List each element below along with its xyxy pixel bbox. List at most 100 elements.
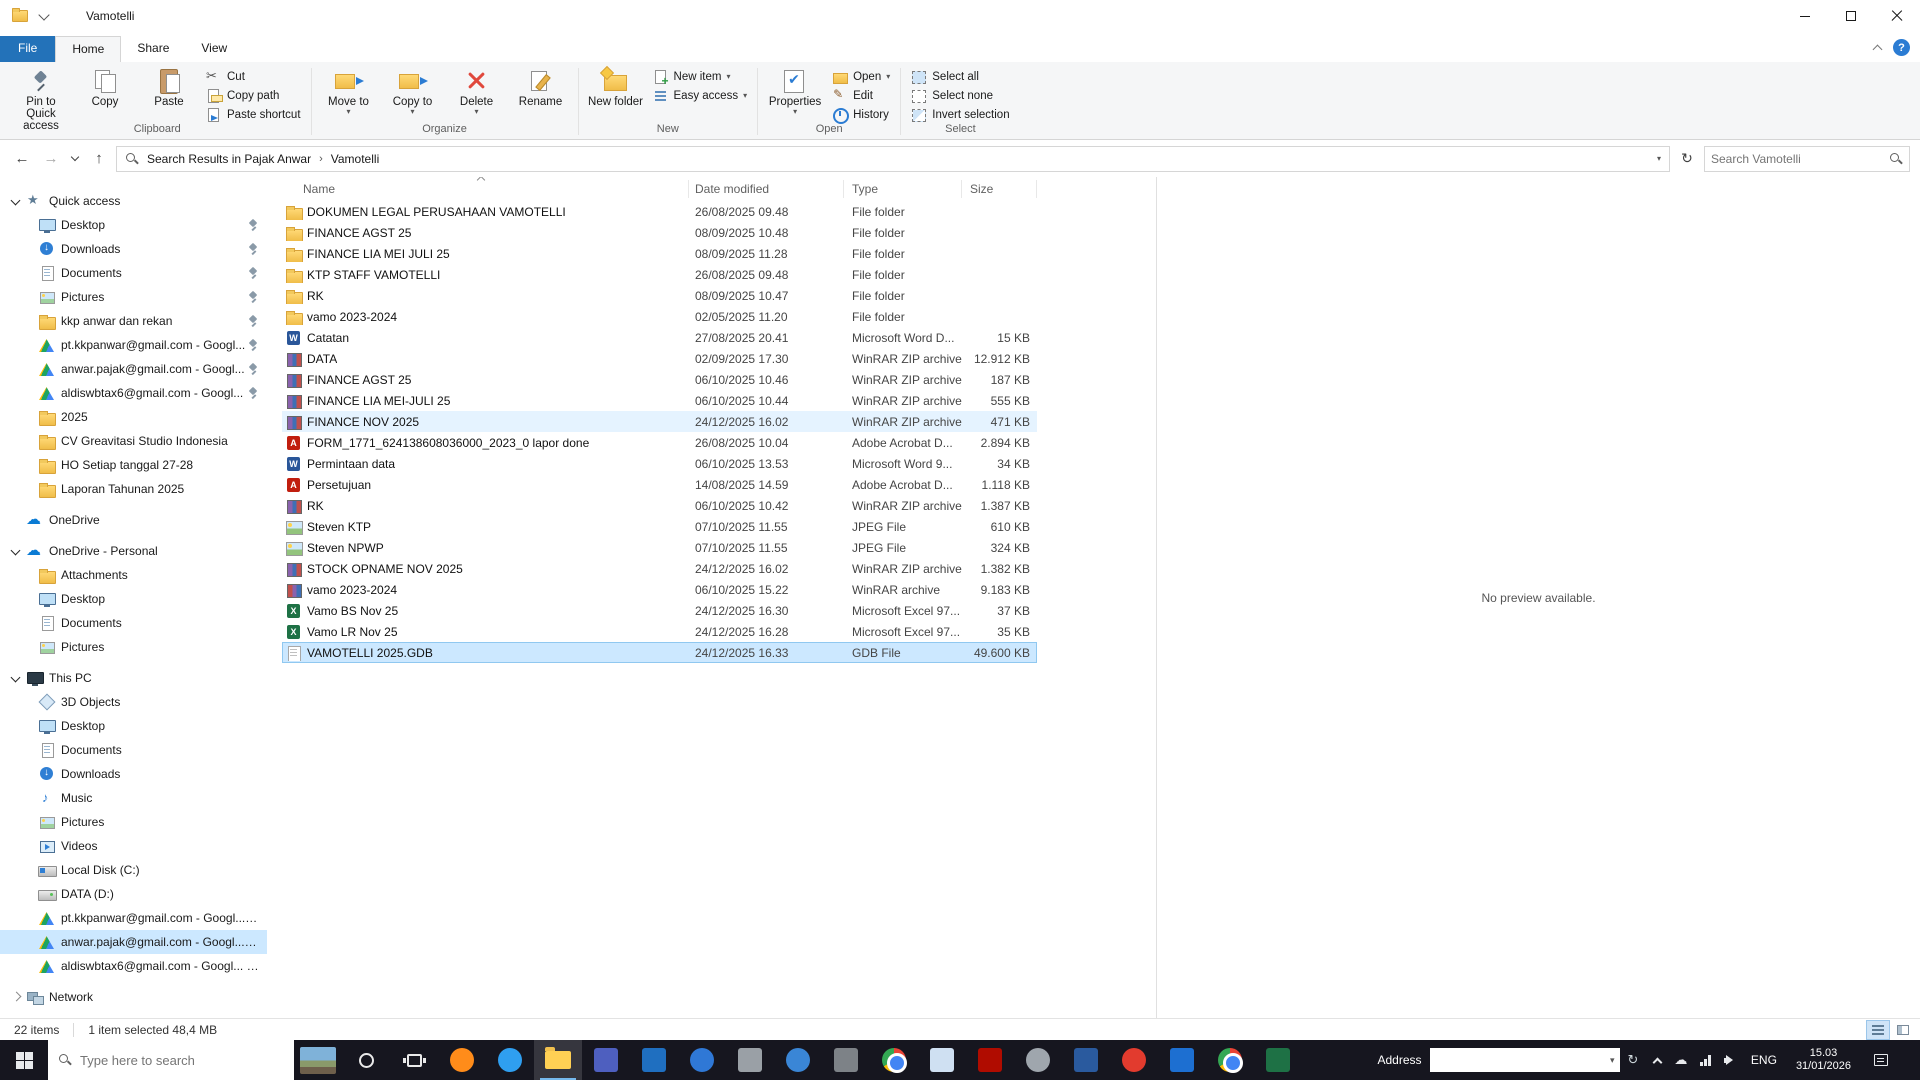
column-header-size[interactable]: Size <box>962 180 1037 198</box>
sidebar-item[interactable]: Attachments <box>0 563 267 587</box>
taskbar-app-settings[interactable] <box>1014 1040 1062 1080</box>
sidebar-item[interactable]: Pictures <box>0 285 267 309</box>
search-box[interactable] <box>1704 146 1910 172</box>
taskbar-app-teams[interactable] <box>582 1040 630 1080</box>
file-row[interactable]: Steven KTP07/10/2025 11.55JPEG File610 K… <box>282 516 1037 537</box>
sidebar-item[interactable]: pt.kkpanwar@gmail.com - Googl... <box>0 333 267 357</box>
file-row[interactable]: KTP STAFF VAMOTELLI26/08/2025 09.48File … <box>282 264 1037 285</box>
taskbar-app-excel[interactable] <box>1254 1040 1302 1080</box>
file-row[interactable]: vamo 2023-202406/10/2025 15.22WinRAR arc… <box>282 579 1037 600</box>
sidebar-item[interactable]: OneDrive <box>0 508 267 532</box>
sidebar-item[interactable]: OneDrive - Personal <box>0 539 267 563</box>
file-row[interactable]: Catatan27/08/2025 20.41Microsoft Word D.… <box>282 327 1037 348</box>
file-row[interactable]: FORM_1771_624138608036000_2023_0 lapor d… <box>282 432 1037 453</box>
chevron-down-icon[interactable] <box>8 193 24 209</box>
sidebar-item[interactable]: CV Greavitasi Studio Indonesia <box>0 429 267 453</box>
sidebar-item[interactable]: Music <box>0 786 267 810</box>
qat-customize-chevron-icon[interactable] <box>38 9 49 20</box>
sidebar-item[interactable]: pt.kkpanwar@gmail.com - Googl... (G:) <box>0 906 267 930</box>
ribbon-button[interactable]: Copy path <box>202 87 305 105</box>
address-dropdown-icon[interactable] <box>1657 155 1661 163</box>
file-row[interactable]: Steven NPWP07/10/2025 11.55JPEG File324 … <box>282 537 1037 558</box>
ribbon-button[interactable]: Delete <box>446 66 508 117</box>
minimize-ribbon-icon[interactable] <box>1873 45 1883 55</box>
language-indicator[interactable]: ENG <box>1749 1053 1779 1067</box>
file-row[interactable]: RK06/10/2025 10.42WinRAR ZIP archive1.38… <box>282 495 1037 516</box>
ribbon-button[interactable]: Rename <box>510 66 572 109</box>
file-row[interactable]: FINANCE LIA MEI JULI 2508/09/2025 11.28F… <box>282 243 1037 264</box>
sidebar-item[interactable]: Documents <box>0 738 267 762</box>
chevron-down-icon[interactable] <box>8 670 24 686</box>
taskbar-app-firefox[interactable] <box>438 1040 486 1080</box>
file-row[interactable]: RK08/09/2025 10.47File folder <box>282 285 1037 306</box>
taskbar-app-file-explorer[interactable] <box>534 1040 582 1080</box>
onedrive-tray-icon[interactable] <box>1674 1052 1687 1068</box>
sidebar-item[interactable]: Pictures <box>0 810 267 834</box>
ribbon-button[interactable]: Select all <box>907 68 1013 86</box>
recent-locations-button[interactable] <box>68 147 82 171</box>
sidebar-item[interactable]: Laporan Tahunan 2025 <box>0 477 267 501</box>
taskbar-app-chrome-1[interactable] <box>870 1040 918 1080</box>
clock[interactable]: 15.03 31/01/2026 <box>1792 1047 1855 1073</box>
address-go-icon[interactable] <box>1628 1052 1639 1068</box>
file-row[interactable]: STOCK OPNAME NOV 202524/12/2025 16.02Win… <box>282 558 1037 579</box>
taskbar-app-outlook[interactable] <box>630 1040 678 1080</box>
sidebar-item[interactable]: Downloads <box>0 237 267 261</box>
sidebar-item[interactable]: Videos <box>0 834 267 858</box>
ribbon-button[interactable]: Edit <box>828 87 894 105</box>
taskbar-app-chrome-2[interactable] <box>1206 1040 1254 1080</box>
sidebar-item[interactable]: 2025 <box>0 405 267 429</box>
sidebar-item[interactable]: aldiswbtax6@gmail.com - Googl... (I:) <box>0 954 267 978</box>
up-button[interactable]: ↑ <box>87 147 111 171</box>
taskbar-app-app-blue-2[interactable] <box>1062 1040 1110 1080</box>
chevron-right-icon[interactable] <box>8 989 24 1005</box>
ribbon-button[interactable]: New item <box>649 68 752 86</box>
chevron-down-icon[interactable] <box>8 543 24 559</box>
taskbar-app-app-gray-1[interactable] <box>726 1040 774 1080</box>
minimize-button[interactable] <box>1782 0 1828 32</box>
task-view-button[interactable] <box>390 1040 438 1080</box>
file-row[interactable]: FINANCE AGST 2508/09/2025 10.48File fold… <box>282 222 1037 243</box>
forward-button[interactable]: → <box>39 147 63 171</box>
breadcrumb-item[interactable]: Search Results in Pajak Anwar <box>145 152 313 166</box>
sidebar-item[interactable]: Pictures <box>0 635 267 659</box>
details-view-button[interactable] <box>1867 1021 1889 1039</box>
file-row[interactable]: Permintaan data06/10/2025 13.53Microsoft… <box>282 453 1037 474</box>
file-row[interactable]: FINANCE LIA MEI-JULI 2506/10/2025 10.44W… <box>282 390 1037 411</box>
column-header-date-modified[interactable]: Date modified <box>689 180 844 198</box>
taskbar-app-word[interactable] <box>918 1040 966 1080</box>
sidebar-item[interactable]: Desktop <box>0 213 267 237</box>
sidebar-item[interactable]: anwar.pajak@gmail.com - Googl... (H:) <box>0 930 267 954</box>
taskbar-app-app-blue-3[interactable] <box>1158 1040 1206 1080</box>
ribbon-button[interactable]: Cut <box>202 68 305 86</box>
hidden-icons-chevron-icon[interactable] <box>1653 1057 1663 1067</box>
sidebar-item[interactable]: Desktop <box>0 587 267 611</box>
thumbnails-view-button[interactable] <box>1892 1021 1914 1039</box>
network-icon[interactable] <box>1700 1055 1711 1066</box>
file-row[interactable]: VAMOTELLI 2025.GDB24/12/2025 16.33GDB Fi… <box>282 642 1037 663</box>
sidebar-item[interactable]: Local Disk (C:) <box>0 858 267 882</box>
breadcrumb-item[interactable]: Vamotelli <box>329 152 381 166</box>
weather-widget[interactable] <box>294 1040 342 1080</box>
column-header-name[interactable]: Name <box>282 180 689 198</box>
tab-home[interactable]: Home <box>55 36 121 62</box>
close-button[interactable] <box>1874 0 1920 32</box>
start-button[interactable] <box>0 1040 48 1080</box>
file-row[interactable]: DATA02/09/2025 17.30WinRAR ZIP archive12… <box>282 348 1037 369</box>
file-row[interactable]: FINANCE AGST 2506/10/2025 10.46WinRAR ZI… <box>282 369 1037 390</box>
help-icon[interactable]: ? <box>1893 39 1910 56</box>
taskbar-app-app-gray-2[interactable] <box>822 1040 870 1080</box>
ribbon-button[interactable]: Copy <box>74 66 136 109</box>
taskbar-search-input[interactable] <box>80 1053 284 1068</box>
file-row[interactable]: Vamo LR Nov 2524/12/2025 16.28Microsoft … <box>282 621 1037 642</box>
file-row[interactable]: Vamo BS Nov 2524/12/2025 16.30Microsoft … <box>282 600 1037 621</box>
address-bar[interactable]: Search Results in Pajak Anwar Vamotelli <box>116 146 1670 172</box>
sidebar-item[interactable]: DATA (D:) <box>0 882 267 906</box>
sidebar-item[interactable]: Quick access <box>0 189 267 213</box>
ribbon-button[interactable]: Easy access <box>649 87 752 105</box>
tab-file[interactable]: File <box>0 36 55 62</box>
taskbar-app-opera[interactable] <box>1110 1040 1158 1080</box>
back-button[interactable]: ← <box>10 147 34 171</box>
refresh-icon[interactable] <box>1675 147 1699 171</box>
search-input[interactable] <box>1711 152 1885 166</box>
